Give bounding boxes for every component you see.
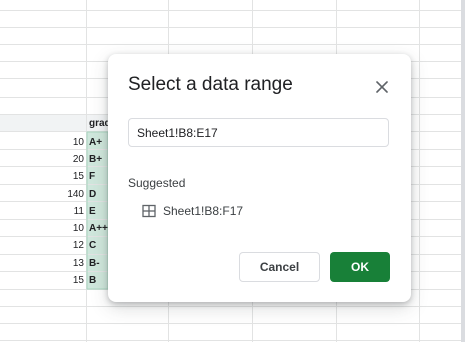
value-cell[interactable]: 20 — [0, 151, 84, 168]
close-icon[interactable] — [373, 78, 391, 96]
cancel-button[interactable]: Cancel — [239, 252, 320, 282]
grade-cell[interactable]: A+ — [87, 134, 109, 151]
value-cell[interactable]: 10 — [0, 220, 84, 237]
value-cell[interactable]: 11 — [0, 203, 84, 220]
value-cell[interactable]: 15 — [0, 272, 84, 289]
data-range-input[interactable] — [128, 118, 389, 147]
grade-cell[interactable]: B- — [87, 255, 109, 272]
suggested-range-text: Sheet1!B8:F17 — [163, 204, 244, 218]
value-cell[interactable]: 140 — [0, 186, 84, 203]
value-cell[interactable]: 15 — [0, 168, 84, 185]
value-cell[interactable]: 13 — [0, 255, 84, 272]
grade-cell[interactable]: C — [87, 237, 109, 254]
grade-cell[interactable]: B — [87, 272, 109, 289]
value-cell[interactable]: 12 — [0, 237, 84, 254]
ok-button[interactable]: OK — [330, 252, 390, 282]
select-data-range-dialog: Select a data range Suggested Sheet1!B8:… — [108, 54, 411, 302]
suggested-label: Suggested — [128, 176, 186, 190]
dialog-title: Select a data range — [128, 74, 293, 95]
column-header-grade[interactable]: grade — [87, 115, 109, 132]
grade-cell[interactable]: A++ — [87, 220, 109, 237]
suggested-range-item[interactable]: Sheet1!B8:F17 — [142, 202, 243, 220]
grade-cell[interactable]: E — [87, 203, 109, 220]
grade-cell[interactable]: F — [87, 168, 109, 185]
value-cell[interactable]: 10 — [0, 134, 84, 151]
grade-cell[interactable]: D — [87, 186, 109, 203]
grade-cell[interactable]: B+ — [87, 151, 109, 168]
grid-table-icon — [142, 204, 156, 218]
